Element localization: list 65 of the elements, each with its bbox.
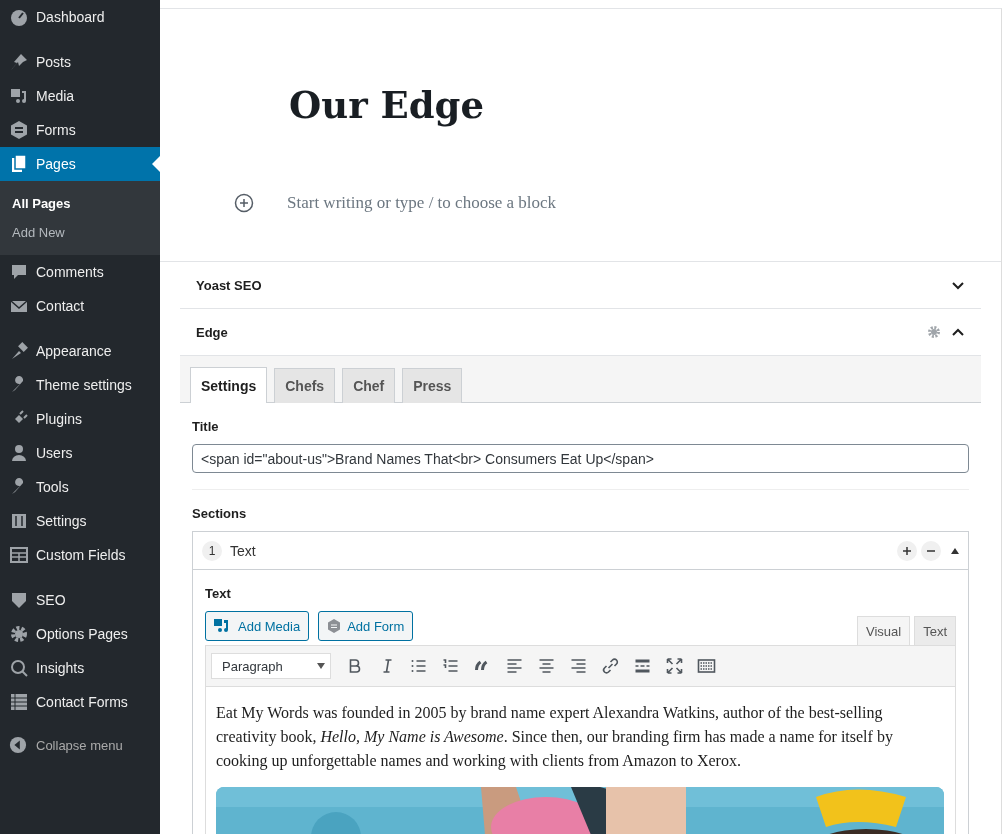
gear-icon (9, 624, 29, 644)
shield-icon (9, 590, 29, 610)
section-number: 1 (202, 540, 222, 561)
menu-item[interactable]: Contact (0, 289, 160, 323)
pin-icon (9, 52, 29, 72)
list-icon (9, 692, 29, 712)
hexagon-icon (327, 619, 342, 633)
menu-item[interactable]: Settings (0, 504, 160, 538)
panel-title[interactable]: Yoast SEO (196, 277, 951, 293)
block-placeholder[interactable]: Start writing or type / to choose a block (287, 193, 557, 213)
gauge-icon (9, 7, 29, 27)
menu-item[interactable]: Theme settings (0, 368, 160, 402)
editor-tab[interactable]: Visual (856, 616, 911, 645)
menu-item[interactable]: Contact Forms (0, 685, 160, 719)
menu-item[interactable]: Forms (0, 113, 160, 147)
submenu-item[interactable]: All Pages (0, 189, 160, 218)
field-label: Text (205, 585, 232, 603)
submenu-item[interactable]: Add New (0, 218, 160, 247)
sliders-icon (9, 511, 29, 531)
menu-item[interactable]: Appearance (0, 334, 160, 368)
speech-bubble-icon (9, 262, 29, 282)
format-dropdown[interactable]: Paragraph (211, 653, 331, 679)
tab[interactable]: Chef (342, 368, 396, 403)
menu-item[interactable]: Pages (0, 147, 160, 181)
media-button[interactable]: Add Form (318, 611, 414, 641)
pages-icon (9, 154, 29, 174)
media-icon (9, 86, 29, 106)
title-field[interactable]: <span id="about-us">Brand Names That<br> Consumers Eat Up</span> (192, 444, 969, 473)
collapse-triangle-icon[interactable] (951, 546, 959, 555)
tab[interactable]: Settings (190, 367, 268, 403)
menu-item[interactable]: Dashboard (0, 0, 160, 34)
tab[interactable]: Press (402, 368, 463, 403)
field-label: Title (192, 418, 220, 436)
caret-icon (317, 663, 325, 669)
paragraph-text: Eat My Words was founded in 2005 by brand name expert Alexandra Watkins, author of the best-selling creativity book, Hello, My Name is Awesome. Since then, our branding firm has made a name for itself by cooking up unforgettable names and working with clients from Amazon to Xerox. (216, 703, 894, 772)
collapse-menu-button[interactable]: Collapse menu (0, 730, 160, 760)
menu-item[interactable]: Plugins (0, 402, 160, 436)
menu-item[interactable]: Tools (0, 470, 160, 504)
menu-item[interactable]: Insights (0, 651, 160, 685)
keyboard-icon[interactable] (696, 657, 717, 675)
menu-item[interactable]: Comments (0, 255, 160, 289)
menu-item[interactable]: Media (0, 79, 160, 113)
hexagon-icon (9, 120, 29, 140)
page-title[interactable]: Our Edge (289, 83, 1001, 127)
field-label: Sections (192, 505, 248, 523)
menu-item[interactable]: Custom Fields (0, 538, 160, 572)
collapse-icon (9, 736, 27, 754)
editor-tab[interactable]: Text (914, 616, 956, 645)
remove-icon[interactable] (921, 540, 941, 561)
media-button[interactable]: Add Media (205, 611, 310, 641)
person-icon (9, 443, 29, 463)
magnifier-icon (9, 658, 29, 678)
add-icon[interactable] (897, 540, 917, 561)
tab[interactable]: Chefs (274, 368, 336, 403)
paintbrush-icon (9, 341, 29, 361)
panel-title[interactable]: Edge (196, 324, 927, 340)
section-name: Text (230, 542, 257, 559)
fullscreen-icon[interactable] (664, 657, 685, 675)
menu-item[interactable]: Posts (0, 45, 160, 79)
menu-item[interactable]: Options Pages (0, 617, 160, 651)
add-block-icon[interactable] (234, 193, 254, 213)
menu-item[interactable]: SEO (0, 583, 160, 617)
menu-item[interactable]: Users (0, 436, 160, 470)
grid-icon (9, 545, 29, 565)
link-icon[interactable] (600, 657, 621, 675)
